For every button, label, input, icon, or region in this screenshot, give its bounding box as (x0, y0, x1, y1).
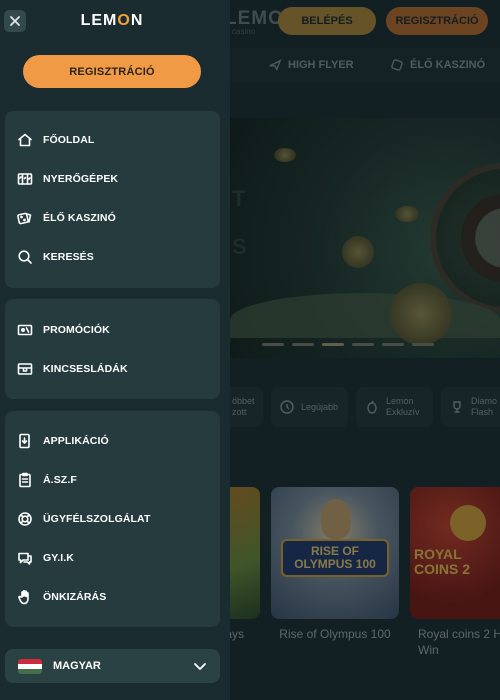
chevron-down-icon (194, 663, 206, 670)
menu-item-faq[interactable]: GY.I.K (17, 550, 74, 566)
promo-nav-card: PROMÓCIÓK KINCSESLÁDÁK (5, 299, 220, 399)
promo-icon (17, 324, 33, 336)
menu-item-treasure-chests[interactable]: KINCSESLÁDÁK (17, 361, 128, 377)
menu-item-label: GY.I.K (43, 552, 74, 564)
menu-item-label: PROMÓCIÓK (43, 324, 110, 336)
register-button[interactable]: REGISZTRÁCIÓ (23, 55, 201, 88)
menu-item-label: KINCSESLÁDÁK (43, 363, 128, 375)
menu-item-live-casino[interactable]: ÉLŐ KASZINÓ (17, 210, 116, 226)
menu-item-label: APPLIKÁCIÓ (43, 435, 109, 447)
menu-item-promotions[interactable]: PROMÓCIÓK (17, 322, 110, 338)
menu-item-search[interactable]: KERESÉS (17, 249, 94, 265)
support-icon (18, 512, 32, 526)
hand-icon (18, 589, 29, 605)
menu-item-label: KERESÉS (43, 251, 94, 263)
menu-item-label: ÜGYFÉLSZOLGÁLAT (43, 513, 151, 525)
menu-item-label: ÉLŐ KASZINÓ (43, 212, 116, 224)
hungarian-flag-icon (18, 659, 42, 674)
logo-text: N (130, 12, 144, 29)
dice-icon (17, 212, 32, 225)
menu-item-customer-service[interactable]: ÜGYFÉLSZOLGÁLAT (17, 511, 150, 527)
main-nav-card: FŐOLDAL NYERŐGÉPEK ÉLŐ KASZINÓ KERESÉS (5, 111, 220, 288)
faq-chat-icon (18, 552, 32, 565)
info-nav-card: APPLIKÁCIÓ Á.SZ.F ÜGYFÉLSZOLGÁLAT GY.I.K… (5, 411, 220, 627)
menu-item-label: FŐOLDAL (43, 134, 95, 146)
menu-item-slots[interactable]: NYERŐGÉPEK (17, 171, 118, 187)
side-drawer: LEMON REGISZTRÁCIÓ FŐOLDAL NYERŐGÉPEK ÉL… (0, 0, 230, 700)
language-label: MAGYAR (53, 660, 101, 672)
slot-machine-icon (17, 173, 33, 185)
home-icon (18, 133, 32, 147)
terms-icon (19, 472, 31, 488)
treasure-chest-icon (17, 363, 33, 375)
menu-item-app[interactable]: APPLIKÁCIÓ (17, 433, 109, 449)
menu-item-self-exclusion[interactable]: ÖNKIZÁRÁS (17, 589, 106, 605)
search-icon (18, 250, 32, 264)
app-download-icon (19, 433, 30, 449)
menu-item-terms[interactable]: Á.SZ.F (17, 472, 77, 488)
menu-item-label: ÖNKIZÁRÁS (43, 591, 107, 603)
menu-item-label: NYERŐGÉPEK (43, 173, 119, 185)
menu-item-home[interactable]: FŐOLDAL (17, 132, 94, 148)
menu-item-label: Á.SZ.F (43, 474, 77, 486)
logo-text-accent: O (117, 12, 131, 29)
language-selector[interactable]: MAGYAR (5, 649, 220, 683)
drawer-logo[interactable]: LEMON (0, 12, 224, 30)
logo-text: LEM (80, 12, 118, 29)
